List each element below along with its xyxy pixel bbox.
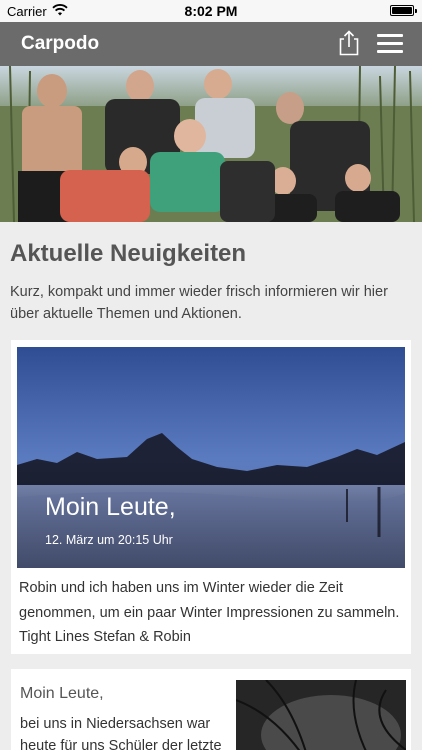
news-card-image: [236, 680, 406, 750]
hamburger-menu-icon[interactable]: [377, 34, 403, 54]
hero-image: [0, 66, 422, 222]
news-card[interactable]: Moin Leute, 12. März um 20:15 Uhr Robin …: [11, 340, 411, 654]
page-title: Aktuelle Neuigkeiten: [10, 240, 247, 267]
news-card-title: Moin Leute,: [45, 493, 176, 521]
nav-bar: Carpodo: [0, 22, 422, 66]
news-card-title: Moin Leute,: [20, 685, 104, 702]
news-card-text: Robin und ich haben uns im Winter wieder…: [19, 580, 400, 645]
battery-icon: [390, 5, 417, 16]
app-title: Carpodo: [21, 33, 100, 54]
news-card-date: 12. März um 20:15 Uhr: [45, 533, 173, 547]
page-intro: Kurz, kompakt und immer wieder frisch in…: [10, 284, 388, 322]
share-icon[interactable]: [337, 30, 361, 56]
news-card[interactable]: Moin Leute, bei uns in Niedersachsen war…: [11, 669, 411, 750]
news-card-image: Moin Leute, 12. März um 20:15 Uhr: [17, 347, 405, 568]
status-bar: Carrier 8:02 PM: [0, 0, 422, 22]
news-card-excerpt: bei uns in Niedersachsen war heute für u…: [20, 716, 222, 750]
clock: 8:02 PM: [184, 3, 238, 19]
